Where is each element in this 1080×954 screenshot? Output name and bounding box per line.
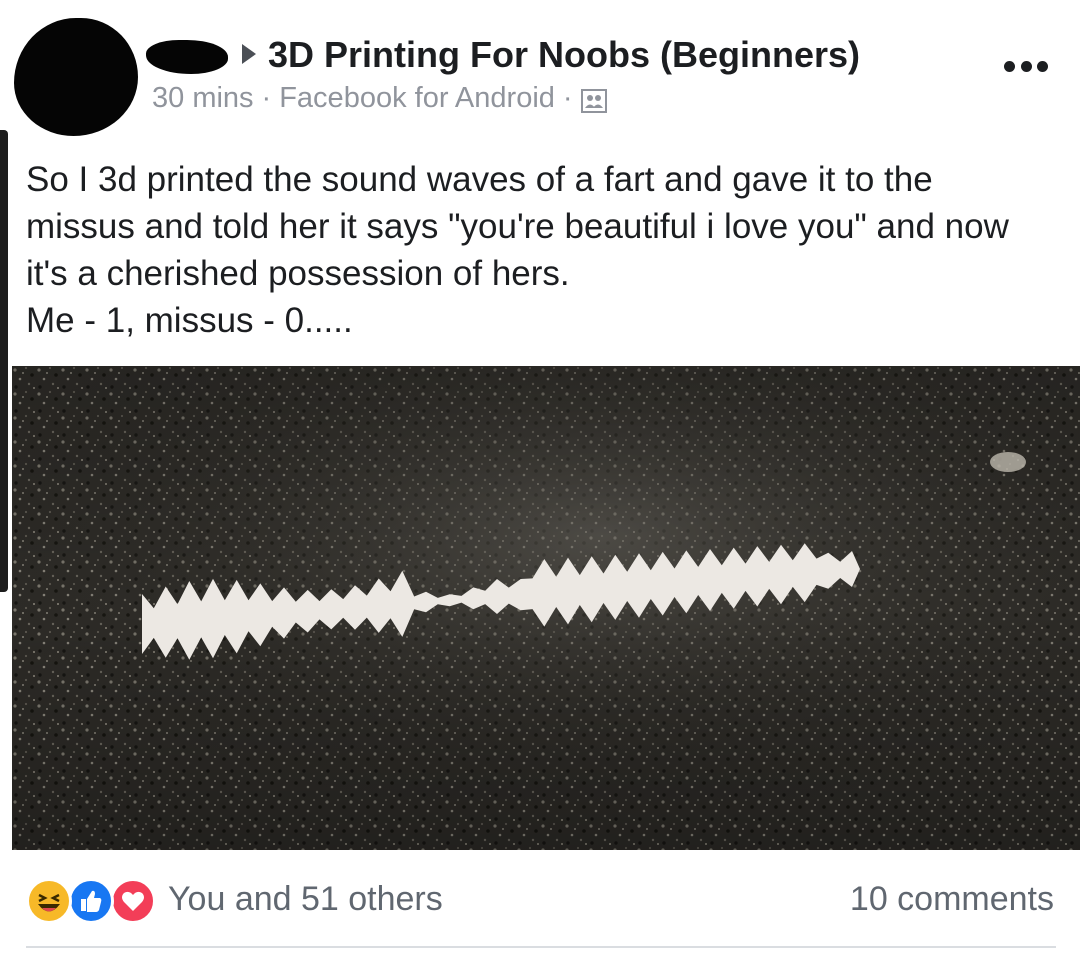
- meta-separator: ·: [261, 82, 272, 114]
- post-meta: 30 mins · Facebook for Android ·: [152, 82, 607, 115]
- post-photo[interactable]: [12, 366, 1080, 850]
- reactions-count-link[interactable]: You and 51 others: [168, 880, 443, 919]
- comments-count-link[interactable]: 10 comments: [850, 880, 1054, 919]
- avatar-redacted[interactable]: [14, 18, 138, 136]
- love-icon: [110, 878, 156, 924]
- more-options-icon[interactable]: [1004, 58, 1048, 74]
- author-name-redacted[interactable]: [146, 40, 228, 74]
- haha-icon: [26, 878, 72, 924]
- triangle-right-icon: [242, 44, 256, 64]
- meta-separator: ·: [562, 82, 573, 114]
- like-icon: [68, 878, 114, 924]
- group-audience-icon: [580, 88, 607, 113]
- left-edge-bar: [0, 130, 8, 592]
- post-text-line: So I 3d printed the sound waves of a far…: [26, 160, 933, 199]
- post-text-line: missus and told her it says "you're beau…: [26, 207, 1009, 246]
- group-name-link[interactable]: 3D Printing For Noobs (Beginners): [268, 34, 860, 76]
- footer-divider: [26, 946, 1056, 948]
- post-text-line: it's a cherished possession of hers.: [26, 254, 570, 293]
- post-text-line: Me - 1, missus - 0.....: [26, 301, 353, 340]
- post-source: Facebook for Android: [279, 82, 555, 114]
- reaction-icons[interactable]: [26, 878, 156, 924]
- post-time[interactable]: 30 mins: [152, 82, 254, 115]
- post-text: So I 3d printed the sound waves of a far…: [26, 156, 1066, 344]
